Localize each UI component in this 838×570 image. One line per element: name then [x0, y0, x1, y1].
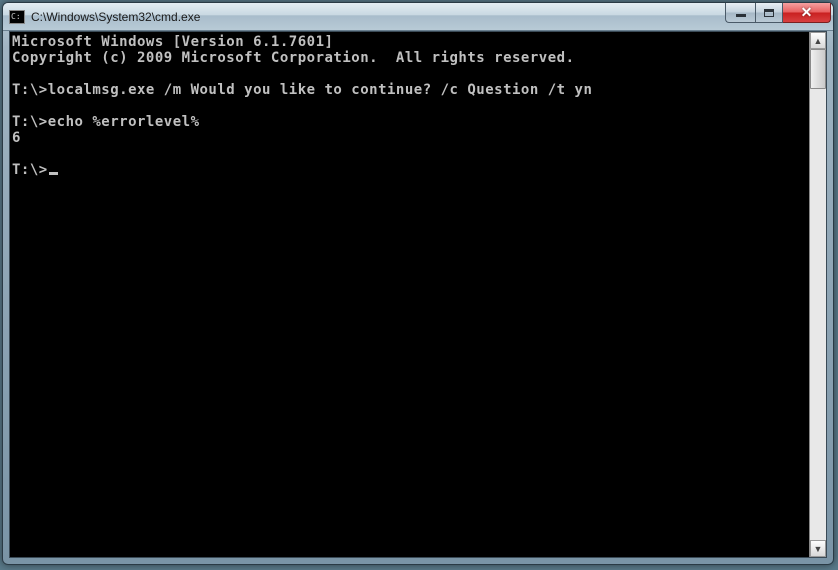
terminal-cursor — [49, 172, 58, 175]
terminal-output[interactable]: Microsoft Windows [Version 6.1.7601]Copy… — [10, 32, 809, 557]
chevron-down-icon: ▼ — [814, 544, 823, 554]
minimize-button[interactable] — [725, 3, 755, 23]
scroll-down-button[interactable]: ▼ — [810, 540, 826, 557]
terminal-line — [12, 98, 807, 114]
scroll-up-button[interactable]: ▲ — [810, 32, 826, 49]
window-title: C:\Windows\System32\cmd.exe — [31, 10, 725, 24]
close-icon: ✕ — [801, 4, 813, 21]
scroll-track[interactable] — [810, 49, 826, 540]
client-area: Microsoft Windows [Version 6.1.7601]Copy… — [9, 31, 827, 558]
cmd-window: C: C:\Windows\System32\cmd.exe ✕ Microso… — [2, 2, 834, 565]
maximize-icon — [764, 9, 774, 17]
terminal-line: T:\>echo %errorlevel% — [12, 114, 807, 130]
chevron-up-icon: ▲ — [814, 36, 823, 46]
terminal-line: Microsoft Windows [Version 6.1.7601] — [12, 34, 807, 50]
cmd-icon: C: — [9, 10, 25, 24]
close-button[interactable]: ✕ — [783, 3, 831, 23]
titlebar[interactable]: C: C:\Windows\System32\cmd.exe ✕ — [3, 3, 833, 31]
terminal-line — [12, 66, 807, 82]
scroll-thumb[interactable] — [810, 49, 826, 89]
terminal-line: Copyright (c) 2009 Microsoft Corporation… — [12, 50, 807, 66]
terminal-line: 6 — [12, 130, 807, 146]
terminal-line: T:\>localmsg.exe /m Would you like to co… — [12, 82, 807, 98]
minimize-icon — [736, 14, 746, 17]
vertical-scrollbar[interactable]: ▲ ▼ — [809, 32, 826, 557]
window-controls: ✕ — [725, 3, 831, 23]
maximize-button[interactable] — [755, 3, 783, 23]
terminal-line: T:\> — [12, 162, 807, 178]
terminal-line — [12, 146, 807, 162]
